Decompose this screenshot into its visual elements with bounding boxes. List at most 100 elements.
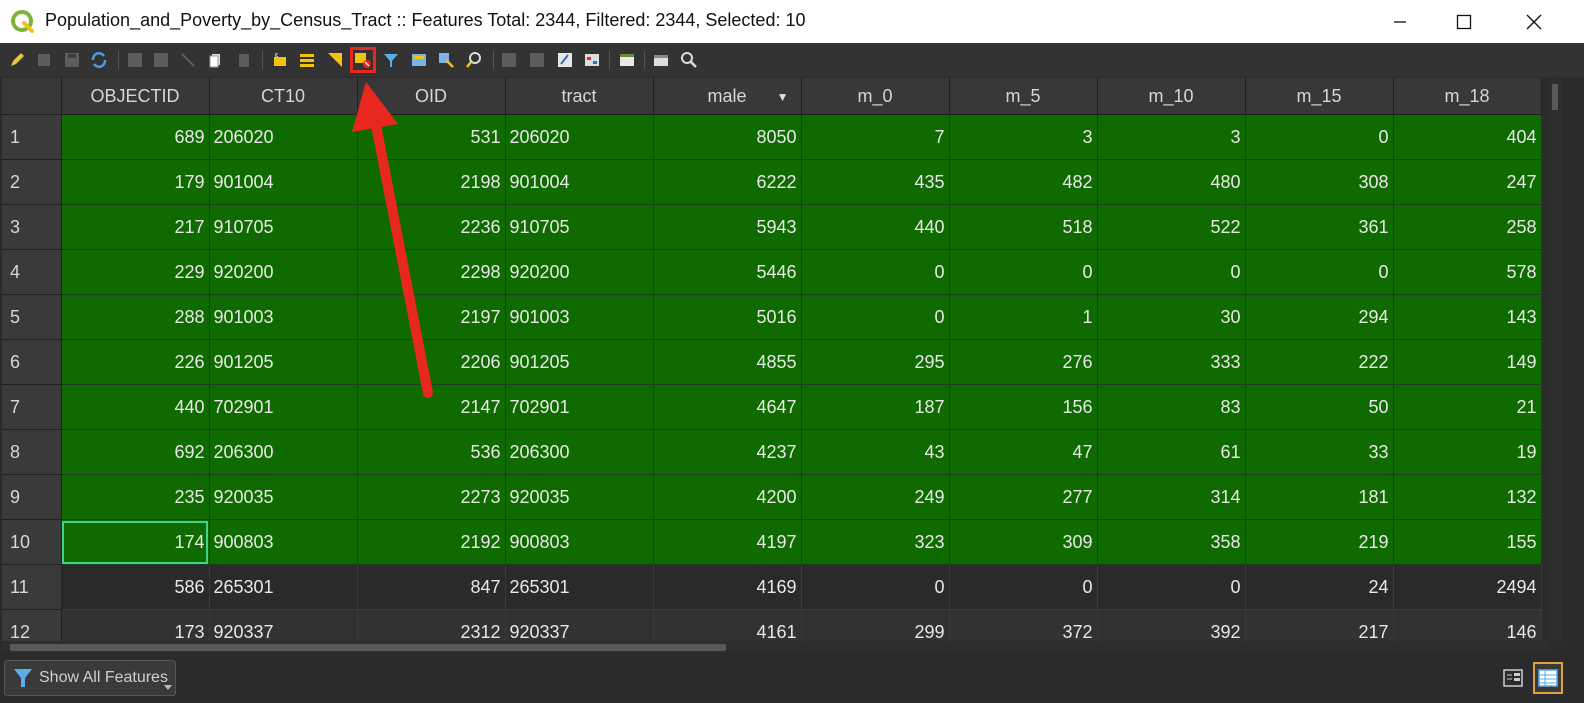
paste-icon[interactable] xyxy=(235,51,253,69)
table-cell[interactable]: 480 xyxy=(1097,159,1246,205)
zoom-map-icon[interactable] xyxy=(680,51,698,69)
maximize-button[interactable] xyxy=(1432,0,1496,43)
save-edits-icon[interactable] xyxy=(63,51,81,69)
table-cell[interactable]: 229 xyxy=(61,249,210,295)
column-header-m_0[interactable]: m_0 xyxy=(801,78,950,115)
table-cell[interactable]: 288 xyxy=(61,294,210,340)
move-selection-to-top-icon[interactable] xyxy=(410,51,428,69)
attribute-grid[interactable]: OBJECTID CT10 OID tract male ▼ m_0 m_5 m_10 m_15 m… xyxy=(2,78,1542,653)
table-cell[interactable]: 4647 xyxy=(653,384,802,430)
table-cell[interactable]: 187 xyxy=(801,384,950,430)
table-cell[interactable]: 308 xyxy=(1245,159,1394,205)
table-cell[interactable]: 247 xyxy=(1393,159,1542,205)
table-cell[interactable]: 309 xyxy=(949,519,1098,565)
table-cell[interactable]: 2147 xyxy=(357,384,506,430)
column-header-m_18[interactable]: m_18 xyxy=(1393,78,1542,115)
table-cell[interactable]: 19 xyxy=(1393,429,1542,475)
table-cell[interactable]: 174 xyxy=(61,519,210,565)
table-cell[interactable]: 361 xyxy=(1245,204,1394,250)
table-cell[interactable]: 0 xyxy=(949,249,1098,295)
row-header[interactable]: 1 xyxy=(2,114,62,160)
table-cell[interactable]: 265301 xyxy=(209,564,358,610)
table-cell[interactable]: 0 xyxy=(801,564,950,610)
table-cell[interactable]: 314 xyxy=(1097,474,1246,520)
add-feature-icon[interactable] xyxy=(126,51,144,69)
conditional-formatting-icon[interactable] xyxy=(583,51,601,69)
column-header-male[interactable]: male ▼ xyxy=(653,78,802,115)
table-cell[interactable]: 2198 xyxy=(357,159,506,205)
table-cell[interactable]: 440 xyxy=(801,204,950,250)
table-cell[interactable]: 578 xyxy=(1393,249,1542,295)
table-cell[interactable]: 5446 xyxy=(653,249,802,295)
table-cell[interactable]: 1 xyxy=(949,294,1098,340)
table-cell[interactable]: 920035 xyxy=(505,474,654,520)
column-header-m_15[interactable]: m_15 xyxy=(1245,78,1394,115)
table-cell[interactable]: 920035 xyxy=(209,474,358,520)
table-cell[interactable]: 156 xyxy=(949,384,1098,430)
table-cell[interactable]: 2494 xyxy=(1393,564,1542,610)
table-cell[interactable]: 206020 xyxy=(209,114,358,160)
table-cell[interactable]: 518 xyxy=(949,204,1098,250)
copy-icon[interactable] xyxy=(207,51,225,69)
table-cell[interactable]: 0 xyxy=(801,249,950,295)
table-cell[interactable]: 179 xyxy=(61,159,210,205)
table-cell[interactable]: 689 xyxy=(61,114,210,160)
vertical-scrollbar[interactable] xyxy=(1548,78,1562,641)
table-cell[interactable]: 132 xyxy=(1393,474,1542,520)
row-header[interactable]: 2 xyxy=(2,159,62,205)
zoom-to-selected-icon[interactable] xyxy=(465,51,483,69)
table-row[interactable]: 11 586 265301 847 265301 4169 0 0 0 24 2494 xyxy=(2,564,1542,610)
table-cell[interactable]: 8050 xyxy=(653,114,802,160)
table-cell[interactable]: 222 xyxy=(1245,339,1394,385)
table-cell[interactable]: 5016 xyxy=(653,294,802,340)
table-cell[interactable]: 522 xyxy=(1097,204,1246,250)
field-calculator-icon[interactable] xyxy=(556,51,574,69)
table-cell[interactable]: 0 xyxy=(949,564,1098,610)
table-cell[interactable]: 155 xyxy=(1393,519,1542,565)
table-cell[interactable]: 295 xyxy=(801,339,950,385)
reload-icon[interactable] xyxy=(90,51,108,69)
table-cell[interactable]: 2197 xyxy=(357,294,506,340)
table-row-selected[interactable]: 7 440 702901 2147 702901 4647 187 156 83 50 21 xyxy=(2,384,1542,430)
table-cell[interactable]: 847 xyxy=(357,564,506,610)
table-cell[interactable]: 920200 xyxy=(505,249,654,295)
table-cell[interactable]: 901003 xyxy=(209,294,358,340)
table-cell[interactable]: 2206 xyxy=(357,339,506,385)
select-by-expression-icon[interactable]: ε xyxy=(271,51,289,69)
table-cell[interactable]: 235 xyxy=(61,474,210,520)
table-cell[interactable]: 265301 xyxy=(505,564,654,610)
table-cell[interactable]: 900803 xyxy=(505,519,654,565)
table-cell[interactable]: 358 xyxy=(1097,519,1246,565)
table-cell[interactable]: 692 xyxy=(61,429,210,475)
table-cell[interactable]: 901003 xyxy=(505,294,654,340)
table-cell[interactable]: 149 xyxy=(1393,339,1542,385)
table-cell[interactable]: 294 xyxy=(1245,294,1394,340)
table-cell[interactable]: 226 xyxy=(61,339,210,385)
form-view-button[interactable] xyxy=(1498,662,1528,694)
table-cell[interactable]: 43 xyxy=(801,429,950,475)
table-view-button[interactable] xyxy=(1533,662,1563,694)
table-cell[interactable]: 0 xyxy=(1097,249,1246,295)
table-cell[interactable]: 2236 xyxy=(357,204,506,250)
table-cell[interactable]: 2298 xyxy=(357,249,506,295)
column-header-objectid[interactable]: OBJECTID xyxy=(61,78,210,115)
table-cell[interactable]: 206300 xyxy=(209,429,358,475)
table-row-selected[interactable]: 3 217 910705 2236 910705 5943 440 518 522 361 258 xyxy=(2,204,1542,250)
table-cell[interactable]: 4855 xyxy=(653,339,802,385)
column-header-oid[interactable]: OID xyxy=(357,78,506,115)
table-cell[interactable]: 404 xyxy=(1393,114,1542,160)
table-cell[interactable]: 586 xyxy=(61,564,210,610)
actions-icon[interactable] xyxy=(652,51,670,69)
table-cell[interactable]: 30 xyxy=(1097,294,1246,340)
table-cell[interactable]: 258 xyxy=(1393,204,1542,250)
table-cell[interactable]: 482 xyxy=(949,159,1098,205)
table-cell[interactable]: 0 xyxy=(1245,249,1394,295)
table-cell[interactable]: 323 xyxy=(801,519,950,565)
table-cell[interactable]: 0 xyxy=(1245,114,1394,160)
table-cell[interactable]: 21 xyxy=(1393,384,1542,430)
vertical-scrollbar-thumb[interactable] xyxy=(1552,84,1558,110)
table-cell[interactable]: 536 xyxy=(357,429,506,475)
table-row-selected[interactable]: 10 174 900803 2192 900803 4197 323 309 358 219 155 xyxy=(2,519,1542,565)
minimize-button[interactable] xyxy=(1368,0,1432,43)
table-cell[interactable]: 6222 xyxy=(653,159,802,205)
